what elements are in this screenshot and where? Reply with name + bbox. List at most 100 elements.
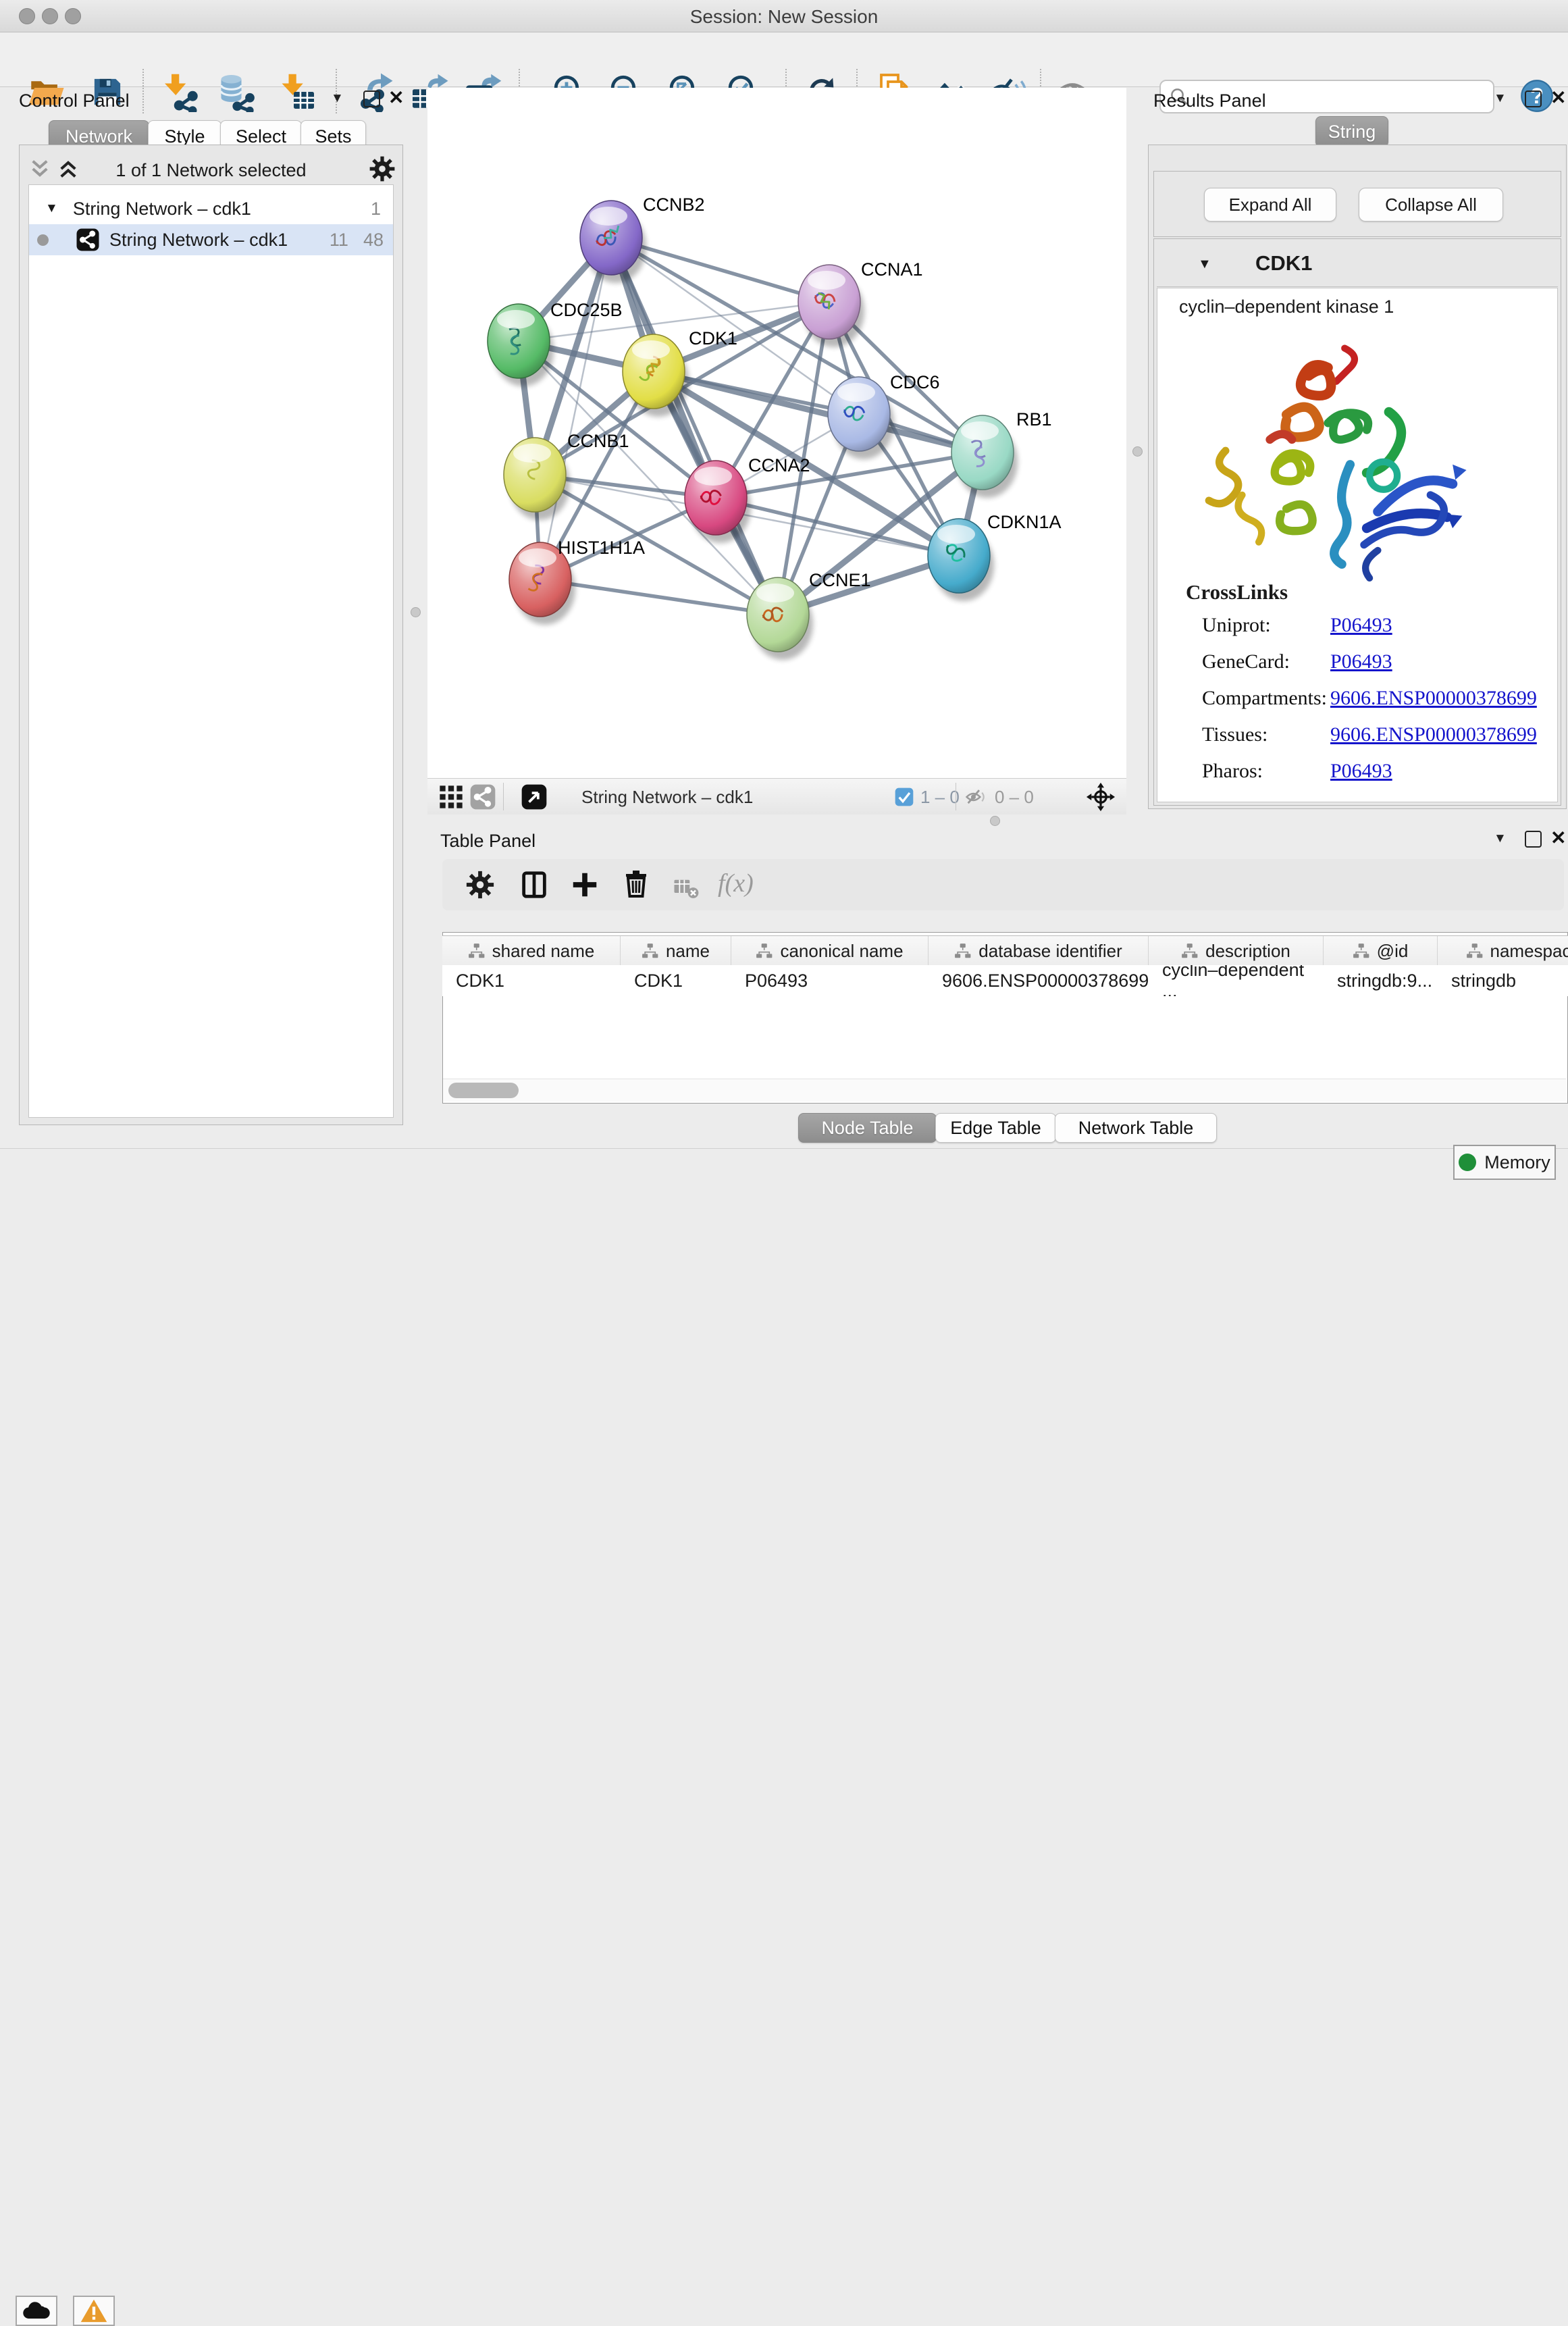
control-panel-dropdown-icon[interactable]: ▼ <box>331 92 344 105</box>
vertical-splitter-handle[interactable] <box>411 607 421 617</box>
horizontal-splitter-handle[interactable] <box>990 816 1000 826</box>
tab-network-table[interactable]: Network Table <box>1055 1113 1217 1143</box>
column-tree-icon <box>954 943 972 959</box>
control-panel-close-icon[interactable]: ✕ <box>388 89 404 107</box>
network-options-gear-icon[interactable] <box>368 155 396 183</box>
expand-all-button[interactable]: Expand All <box>1204 188 1336 222</box>
crosslinks-title: CrossLinks <box>1186 580 1288 604</box>
cytoscape-window: { "window": { "title": "Session: New Ses… <box>0 0 1568 1185</box>
memory-label: Memory <box>1484 1152 1550 1173</box>
column-header-@id[interactable]: @id <box>1324 936 1438 966</box>
network-node-label: CCNB1 <box>567 431 629 451</box>
column-header-database-identifier[interactable]: database identifier <box>929 936 1149 966</box>
vertical-splitter-handle[interactable] <box>1132 446 1143 457</box>
network-node-label: CCNA1 <box>861 259 923 280</box>
crosslink-row: Pharos:P06493 <box>1157 753 1557 790</box>
collapse-all-button[interactable]: Collapse All <box>1359 188 1503 222</box>
status-bar: Memory <box>0 1148 1568 1185</box>
column-tree-icon <box>1353 943 1370 959</box>
column-header-shared-name[interactable]: shared name <box>442 936 621 966</box>
crosslink-link[interactable]: 9606.ENSP00000378699 <box>1330 723 1537 746</box>
birdseye-navigator-icon[interactable] <box>1086 782 1116 812</box>
table-options-gear-icon[interactable] <box>465 869 496 900</box>
table-cell: stringdb <box>1438 965 1568 996</box>
network-node-CCNB2[interactable] <box>580 201 646 283</box>
main-toolbar: ? <box>0 32 1568 87</box>
results-panel-title: Results Panel <box>1153 91 1266 111</box>
crosslink-label: Tissues: <box>1202 723 1330 746</box>
column-tree-icon <box>1181 943 1199 959</box>
network-node-label: HIST1H1A <box>558 538 645 558</box>
column-header-description[interactable]: description <box>1149 936 1324 966</box>
column-header-canonical-name[interactable]: canonical name <box>731 936 929 966</box>
table-panel-dropdown-icon[interactable]: ▼ <box>1494 832 1507 846</box>
memory-button[interactable]: Memory <box>1453 1145 1556 1180</box>
table-cell: CDK1 <box>621 965 731 996</box>
delete-column-icon[interactable] <box>620 868 652 900</box>
results-panel-close-icon[interactable]: ✕ <box>1550 89 1566 107</box>
selected-checkbox-icon[interactable] <box>893 786 915 808</box>
network-view-name: String Network – cdk1 <box>581 787 753 808</box>
show-columns-icon[interactable] <box>519 869 550 900</box>
crosslink-row: GeneCard:P06493 <box>1157 644 1557 680</box>
crosslink-link[interactable]: 9606.ENSP00000378699 <box>1330 687 1537 710</box>
control-panel: Control Panel ▼ ✕ Network Style Select S… <box>7 86 412 1140</box>
hidden-counts: 0 – 0 <box>995 787 1034 808</box>
cloud-button[interactable] <box>16 2296 57 2326</box>
table-panel-close-icon[interactable]: ✕ <box>1550 829 1566 847</box>
tab-string[interactable]: String <box>1315 116 1388 147</box>
crosslink-label: Uniprot: <box>1202 614 1330 637</box>
crosslink-row: Tissues:9606.ENSP00000378699 <box>1157 717 1557 753</box>
network-node-RB1[interactable] <box>951 415 1018 498</box>
memory-status-dot-icon <box>1459 1154 1476 1171</box>
crosslinks-list: Uniprot:P06493GeneCard:P06493Compartment… <box>1157 607 1557 790</box>
tab-edge-table[interactable]: Edge Table <box>935 1113 1056 1143</box>
crosslink-link[interactable]: P06493 <box>1330 760 1392 783</box>
network-edge-count: 48 <box>363 230 384 251</box>
network-node-CDKN1A[interactable] <box>928 519 994 601</box>
table-cell: cyclin–dependent ... <box>1149 965 1324 996</box>
network-node-CCNE1[interactable] <box>747 577 813 660</box>
column-tree-icon <box>1466 943 1484 959</box>
column-header-label: name <box>666 941 710 962</box>
column-tree-icon <box>756 943 773 959</box>
network-node-CCNA2[interactable] <box>685 461 751 543</box>
network-collection-row[interactable]: ▼ String Network – cdk1 1 <box>29 193 393 224</box>
network-node-label: CDK1 <box>689 328 737 348</box>
table-hscrollbar-track[interactable] <box>443 1079 1566 1102</box>
grid-view-icon[interactable] <box>438 783 465 810</box>
results-panel: Results Panel ▼ ✕ String Expand All Coll… <box>1148 86 1568 816</box>
crosslink-row: Uniprot:P06493 <box>1157 607 1557 644</box>
collection-expand-icon[interactable]: ▼ <box>45 201 58 216</box>
network-row[interactable]: String Network – cdk1 11 48 <box>29 224 393 255</box>
share-view-icon[interactable] <box>469 783 496 810</box>
detach-view-icon[interactable] <box>521 783 548 810</box>
network-canvas[interactable]: CCNB2CCNA1CDC25BCDK1CDC6RB1CCNB1CCNA2CDK… <box>427 88 1126 778</box>
results-panel-dropdown-icon[interactable]: ▼ <box>1494 92 1507 105</box>
table-hscrollbar-thumb[interactable] <box>448 1083 519 1098</box>
network-edge[interactable] <box>540 238 611 579</box>
warning-button[interactable] <box>73 2296 115 2326</box>
table-row[interactable]: CDK1CDK1P064939606.ENSP00000378699cyclin… <box>442 965 1568 996</box>
table-panel-float-icon[interactable] <box>1525 831 1542 848</box>
crosslink-label: GeneCard: <box>1202 650 1330 673</box>
entry-collapse-icon[interactable]: ▼ <box>1198 257 1211 272</box>
add-column-icon[interactable] <box>569 869 600 900</box>
collection-label: String Network – cdk1 <box>73 199 251 219</box>
control-panel-float-icon[interactable] <box>363 91 380 107</box>
crosslink-link[interactable]: P06493 <box>1330 614 1392 637</box>
hidden-eye-icon[interactable] <box>964 785 987 808</box>
network-node-CDK1[interactable] <box>623 334 689 417</box>
network-node-CDC6[interactable] <box>828 377 894 459</box>
column-header-namespac[interactable]: namespac <box>1438 936 1568 966</box>
network-edge[interactable] <box>540 579 778 615</box>
window-title: Session: New Session <box>0 6 1568 28</box>
tab-node-table[interactable]: Node Table <box>798 1113 937 1143</box>
crosslink-link[interactable]: P06493 <box>1330 650 1392 673</box>
results-panel-float-icon[interactable] <box>1525 91 1542 107</box>
network-current-dot-icon <box>37 234 49 246</box>
delete-table-icon <box>672 874 700 902</box>
selected-counts: 1 – 0 <box>920 787 960 808</box>
column-header-name[interactable]: name <box>621 936 731 966</box>
network-edge[interactable] <box>611 238 778 615</box>
